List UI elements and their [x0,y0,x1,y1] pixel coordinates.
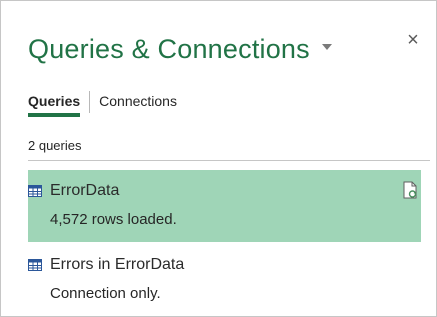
query-name-row: ErrorData [28,181,119,201]
query-name: ErrorData [50,182,120,199]
caret-down-icon[interactable] [321,44,332,50]
pane-title: Queries & Connections [28,34,310,64]
query-item-errordata[interactable]: ErrorData 4,572 rows loaded. [28,170,421,242]
table-icon [28,259,42,271]
query-name: Errors in ErrorData [50,256,185,273]
query-item-errors-in-errordata[interactable]: Errors in ErrorData Connection only. [28,244,421,310]
pane-tabs: Queries Connections [28,91,177,117]
tab-separator [89,91,91,113]
table-icon [28,185,42,197]
refresh-document-icon[interactable] [403,181,417,199]
query-status: Connection only. [50,285,161,302]
query-count: 2 queries [28,138,82,153]
close-icon[interactable]: × [404,30,422,50]
divider [28,160,430,161]
queries-connections-pane: Queries & Connections × Queries Connecti… [0,0,437,317]
query-status: 4,572 rows loaded. [50,211,177,228]
query-name-row: Errors in ErrorData [28,255,184,275]
tab-queries[interactable]: Queries [28,91,81,117]
pane-header: Queries & Connections [28,31,332,67]
tab-connections[interactable]: Connections [99,91,177,117]
